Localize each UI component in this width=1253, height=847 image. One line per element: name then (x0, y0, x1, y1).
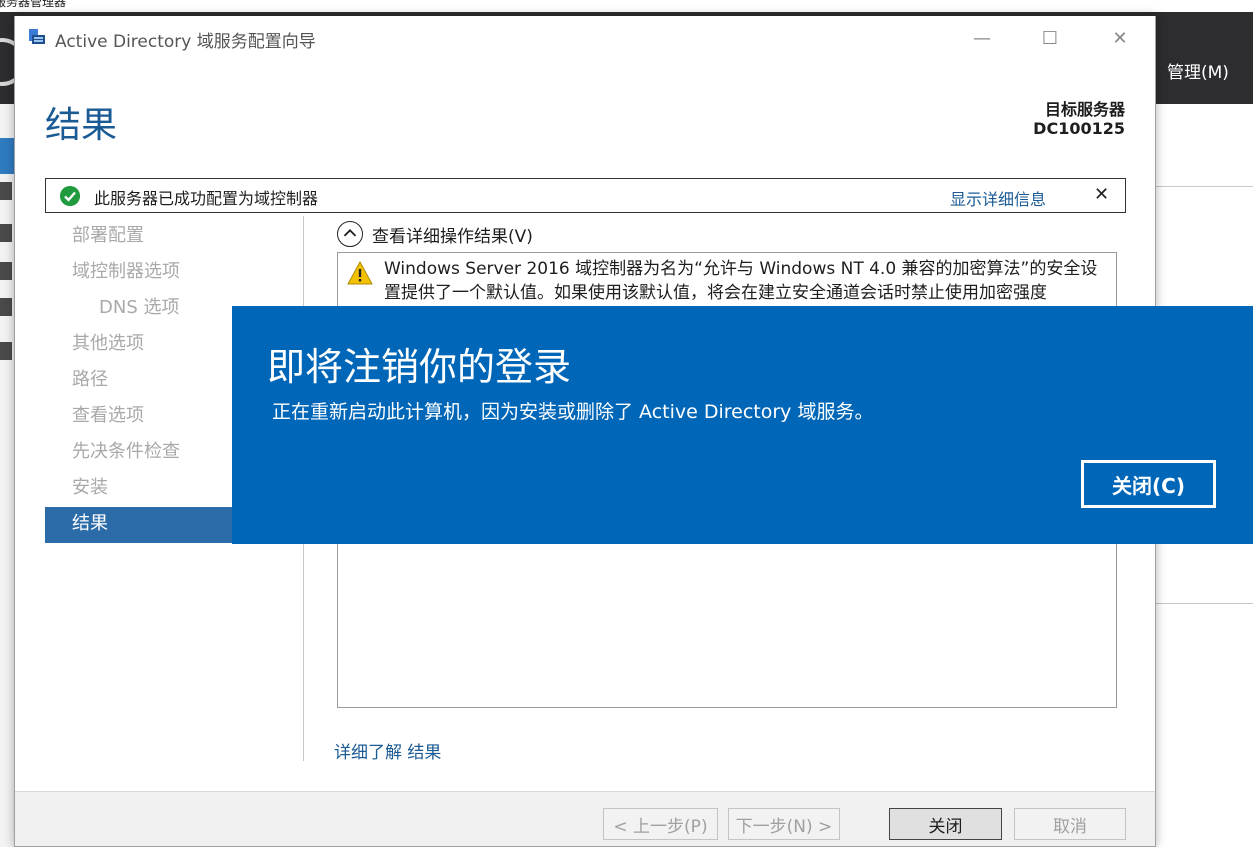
title-bar[interactable]: Active Directory 域服务配置向导 — ☐ ✕ (15, 16, 1155, 60)
notification-text: 此服务器已成功配置为域控制器 (94, 189, 319, 208)
nav-step[interactable]: DNS 选项 (45, 291, 233, 327)
manage-menu[interactable]: 管理(M) (1167, 58, 1229, 83)
signout-message: 正在重新启动此计算机，因为安装或删除了 Active Directory 域服务… (272, 401, 874, 423)
signout-title: 即将注销你的登录 (267, 345, 572, 389)
warning-icon (347, 261, 373, 285)
success-notification-bar: 此服务器已成功配置为域控制器 显示详细信息 ✕ (45, 178, 1126, 213)
page-title: 结果 (45, 105, 118, 146)
nav-step[interactable]: 查看选项 (45, 399, 233, 435)
nav-step[interactable]: 其他选项 (45, 327, 233, 363)
wizard-footer: < 上一步(P) 下一步(N) > 关闭 取消 (15, 791, 1155, 846)
divider (1155, 186, 1253, 187)
warning-message: Windows Server 2016 域控制器为名为“允许与 Windows … (384, 259, 1098, 303)
close-wizard-button[interactable]: 关闭 (889, 808, 1002, 840)
minimize-button[interactable]: — (947, 16, 1017, 60)
nav-step[interactable]: 域控制器选项 (45, 255, 233, 291)
learn-more-link[interactable]: 详细了解 结果 (334, 738, 441, 763)
window-close-button[interactable]: ✕ (1085, 16, 1155, 60)
sidebar-selected-item[interactable] (0, 138, 14, 174)
nav-step[interactable]: 先决条件检查 (45, 435, 233, 471)
maximize-button[interactable]: ☐ (1015, 16, 1085, 60)
nav-step[interactable]: 结果 (45, 507, 233, 543)
window-title: Active Directory 域服务配置向导 (55, 32, 316, 52)
close-icon: ✕ (1112, 27, 1128, 49)
server-app-icon (29, 29, 45, 44)
nav-step[interactable]: 路径 (45, 363, 233, 399)
background-title-strip: 服务器管理器 (0, 0, 1253, 12)
server-manager-sidebar (0, 104, 14, 847)
view-detailed-results-toggle[interactable]: 查看详细操作结果(V) (372, 222, 533, 247)
signout-warning-dialog: 即将注销你的登录 正在重新启动此计算机，因为安装或删除了 Active Dire… (232, 306, 1253, 544)
previous-button[interactable]: < 上一步(P) (603, 808, 718, 840)
sidebar-icon[interactable] (0, 262, 12, 280)
maximize-icon: ☐ (1041, 27, 1059, 49)
sidebar-icon[interactable] (0, 298, 12, 316)
minimize-icon: — (973, 27, 991, 49)
sidebar-icon[interactable] (0, 182, 12, 200)
divider (1155, 603, 1253, 604)
signout-close-button[interactable]: 关闭(C) (1081, 460, 1216, 508)
cancel-button[interactable]: 取消 (1014, 808, 1126, 840)
background-title: 服务器管理器 (0, 0, 67, 9)
next-button[interactable]: 下一步(N) > (728, 808, 840, 840)
dismiss-notification-button[interactable]: ✕ (1094, 184, 1109, 205)
collapse-chevron-icon[interactable] (337, 221, 363, 247)
sidebar-icon[interactable] (0, 224, 12, 242)
show-details-link[interactable]: 显示详细信息 (950, 186, 1046, 210)
sidebar-icon[interactable] (0, 342, 12, 360)
nav-step[interactable]: 安装 (45, 471, 233, 507)
nav-step[interactable]: 部署配置 (45, 219, 233, 255)
success-check-icon (60, 186, 80, 206)
target-server-name: DC100125 (1033, 119, 1125, 138)
target-server-label: 目标服务器 (1044, 100, 1125, 119)
